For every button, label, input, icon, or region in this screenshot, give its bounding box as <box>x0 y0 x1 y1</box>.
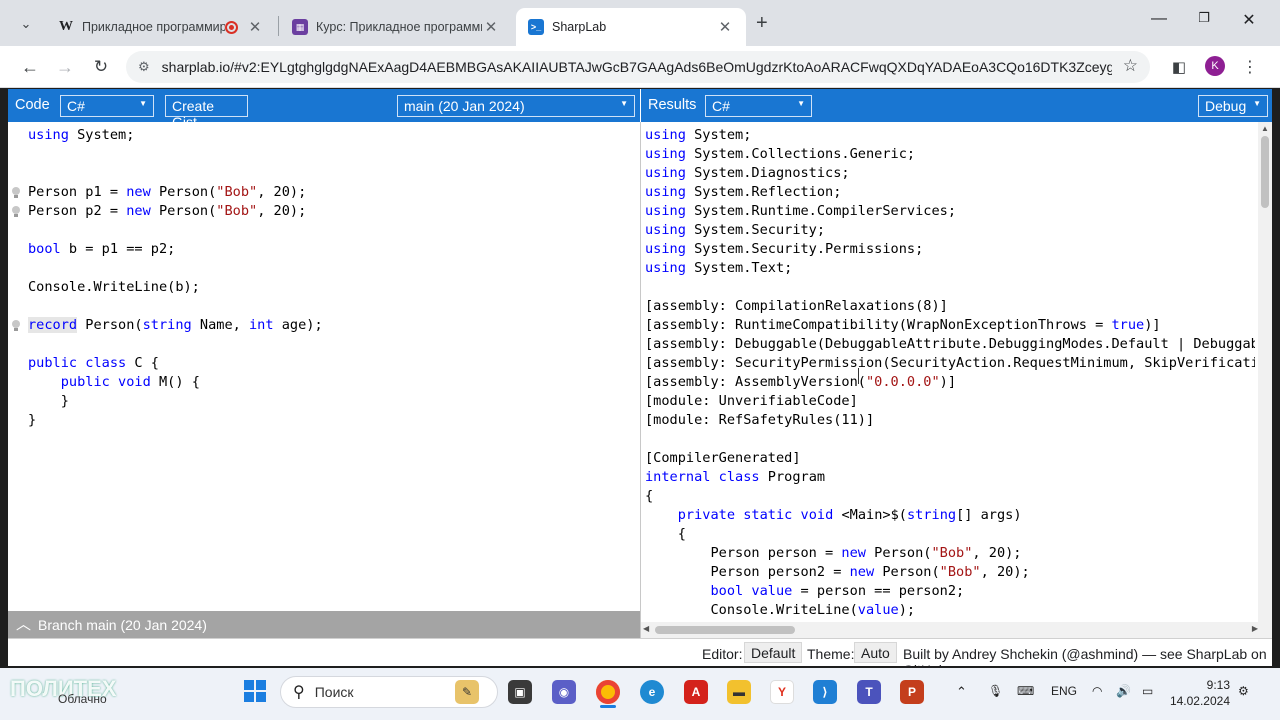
reload-button[interactable]: ↻ <box>88 54 114 80</box>
results-horizontal-scrollbar[interactable]: ◀ ▶ <box>641 622 1272 638</box>
tab-title: Курс: Прикладное программир <box>316 20 482 34</box>
chevron-up-icon[interactable]: ⌃ <box>956 684 967 700</box>
scroll-up-icon[interactable]: ▲ <box>1261 124 1269 133</box>
battery-icon[interactable]: ▭ <box>1142 684 1153 698</box>
vscode-icon[interactable]: ⟩ <box>813 680 837 704</box>
active-app-indicator <box>600 705 616 708</box>
lightbulb-icon[interactable] <box>11 206 21 218</box>
teams-icon[interactable]: T <box>857 680 881 704</box>
dropdown-arrow-icon: ▼ <box>797 99 805 108</box>
branch-select-value: main (20 Jan 2024) <box>404 98 525 114</box>
scrollbar-thumb[interactable] <box>1261 136 1269 208</box>
weather-text[interactable]: Облачно <box>58 692 107 706</box>
scroll-left-icon[interactable]: ◀ <box>643 624 649 633</box>
pane-divider[interactable] <box>640 122 641 638</box>
tab-title: SharpLab <box>552 20 607 34</box>
branch-select[interactable]: main (20 Jan 2024) ▼ <box>397 95 635 117</box>
back-button[interactable]: ← <box>17 54 43 80</box>
browser-tab-2[interactable]: ▦ Курс: Прикладное программир ✕ <box>280 8 512 46</box>
mode-select[interactable]: Debug ▼ <box>1198 95 1268 117</box>
results-vertical-scrollbar[interactable]: ▲ ▼ <box>1258 122 1272 642</box>
close-tab-icon[interactable]: ✕ <box>482 18 500 36</box>
keyboard-icon[interactable]: ⌨ <box>1017 684 1034 698</box>
course-icon: ▦ <box>292 19 308 35</box>
sharplab-icon: >_ <box>528 19 544 35</box>
site-info-icon[interactable]: ⚙ <box>138 59 150 75</box>
lightbulb-icon[interactable] <box>11 320 21 332</box>
scroll-right-icon[interactable]: ▶ <box>1252 624 1258 633</box>
browser-menu-icon[interactable]: ⋮ <box>1237 54 1263 80</box>
tab-separator <box>278 16 279 36</box>
code-header: Code C# ▼ Create Gist main (20 Jan 2024)… <box>8 89 640 130</box>
results-label: Results <box>648 97 697 113</box>
side-panel-icon[interactable]: ◧ <box>1166 54 1192 80</box>
powerpoint-icon[interactable]: P <box>900 680 924 704</box>
create-gist-button[interactable]: Create Gist <box>165 95 248 130</box>
clock-time: 9:13 <box>1206 678 1230 692</box>
dropdown-arrow-icon: ▼ <box>139 99 147 108</box>
browser-tab-1[interactable]: W Прикладное программир ✕ <box>46 8 276 46</box>
theme-label: Theme: <box>807 646 855 662</box>
results-header: Results C# ▼ Debug ▼ <box>641 89 1272 122</box>
profile-avatar[interactable]: K <box>1205 56 1225 76</box>
windows-start-icon[interactable] <box>244 680 266 702</box>
teams-chat-icon[interactable]: ◉ <box>552 680 576 704</box>
close-window-button[interactable]: ✕ <box>1234 10 1264 30</box>
wikipedia-icon: W <box>59 19 73 34</box>
file-explorer-icon[interactable]: ▬ <box>727 680 751 704</box>
chrome-icon[interactable] <box>596 680 620 704</box>
dropdown-arrow-icon: ▼ <box>1253 99 1261 108</box>
volume-icon[interactable]: 🔊 <box>1116 684 1131 698</box>
address-bar[interactable]: ⚙ sharplab.io/#v2:EYLgtghglgdgNAExAagD4A… <box>126 51 1150 83</box>
editor-label: Editor: <box>702 646 743 662</box>
search-icon: ⚲ <box>293 684 305 701</box>
code-label: Code <box>15 97 50 113</box>
forward-button[interactable]: → <box>52 54 78 80</box>
clock-date: 14.02.2024 <box>1169 694 1230 708</box>
mode-value: Debug <box>1205 98 1247 114</box>
url-text: sharplab.io/#v2:EYLgtghglgdgNAExAagD4AEB… <box>161 59 1112 75</box>
browser-toolbar: ← → ↻ ⚙ sharplab.io/#v2:EYLgtghglgdgNAEx… <box>0 46 1280 88</box>
code-language-select[interactable]: C# ▼ <box>60 95 154 117</box>
dropdown-arrow-icon: ▼ <box>620 99 628 108</box>
results-language-value: C# <box>712 98 730 114</box>
yandex-browser-icon[interactable]: Y <box>770 680 794 704</box>
clock[interactable]: 9:13 14.02.2024 <box>1168 677 1230 709</box>
new-tab-button[interactable]: + <box>756 12 768 35</box>
theme-button[interactable]: Auto <box>854 642 897 663</box>
microphone-icon[interactable]: 🎙 <box>988 684 1003 698</box>
code-editor[interactable]: using System; Person p1 = new Person("Bo… <box>28 126 638 606</box>
edge-icon[interactable]: e <box>640 680 664 704</box>
results-output[interactable]: using System; using System.Collections.G… <box>645 126 1255 626</box>
editor-mode-button[interactable]: Default <box>744 642 803 663</box>
restore-button[interactable]: ❐ <box>1189 10 1219 26</box>
sharplab-page: Code C# ▼ Create Gist main (20 Jan 2024)… <box>8 89 1272 678</box>
branch-bar-label: Branch main (20 Jan 2024) <box>38 617 207 633</box>
close-tab-icon[interactable]: ✕ <box>716 18 734 36</box>
footer: Editor: Default Theme: Auto Built by And… <box>8 638 1272 678</box>
close-tab-icon[interactable]: ✕ <box>246 18 264 36</box>
minimize-button[interactable]: — <box>1144 10 1174 28</box>
wifi-icon[interactable]: ◠ <box>1092 684 1102 698</box>
code-language-value: C# <box>67 98 85 114</box>
task-view-icon[interactable]: ▣ <box>508 680 532 704</box>
text-cursor <box>858 368 860 384</box>
results-language-select[interactable]: C# ▼ <box>705 95 812 117</box>
scrollbar-thumb[interactable] <box>655 626 795 634</box>
paint-app-icon[interactable]: ✎ <box>455 680 479 704</box>
notification-settings-icon[interactable]: ⚙ <box>1238 684 1249 698</box>
lightbulb-icon[interactable] <box>11 187 21 199</box>
branch-bar[interactable]: ︿ Branch main (20 Jan 2024) <box>8 611 640 638</box>
search-placeholder: Поиск <box>314 684 354 700</box>
bookmark-star-icon[interactable]: ☆ <box>1123 56 1138 76</box>
input-language[interactable]: ENG <box>1051 684 1077 698</box>
browser-tab-strip: ⌄ W Прикладное программир ✕ ▦ Курс: Прик… <box>0 0 1280 46</box>
recording-icon <box>225 20 238 34</box>
chevron-up-icon: ︿ <box>16 616 32 633</box>
tab-search-button[interactable]: ⌄ <box>14 12 38 36</box>
browser-tab-sharplab[interactable]: >_ SharpLab ✕ <box>516 8 746 46</box>
acrobat-icon[interactable]: A <box>684 680 708 704</box>
tab-title: Прикладное программир <box>82 20 225 34</box>
